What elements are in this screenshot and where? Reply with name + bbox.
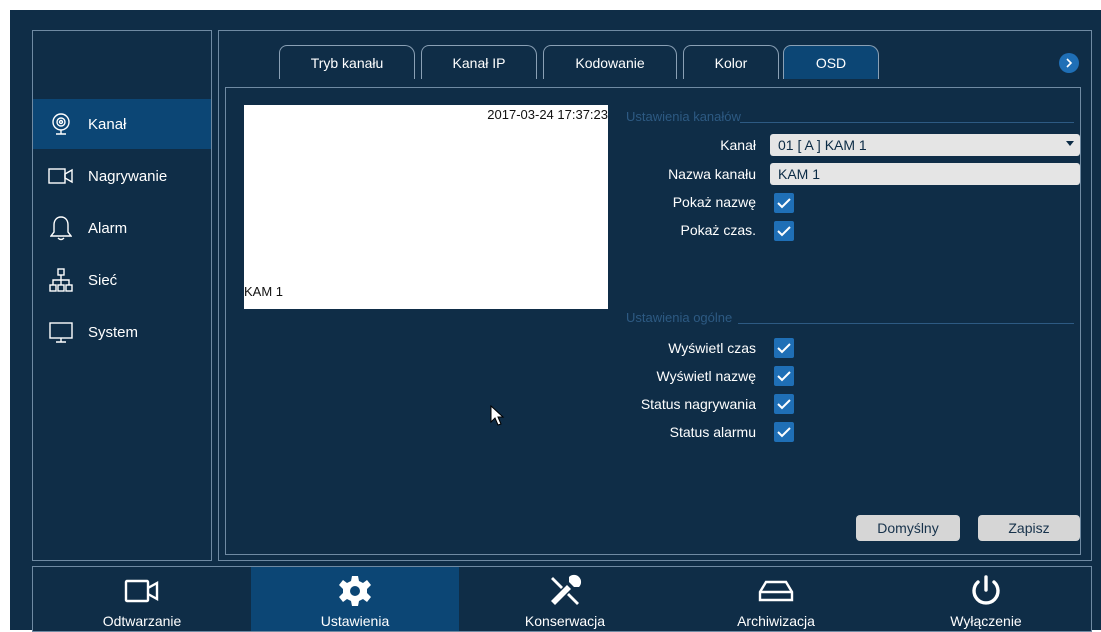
show-time-general-checkbox[interactable] bbox=[774, 338, 794, 358]
show-name-label: Pokaż nazwę bbox=[672, 194, 756, 210]
archive-icon bbox=[756, 573, 796, 609]
recording-status-checkbox[interactable] bbox=[774, 394, 794, 414]
section-divider bbox=[740, 122, 1074, 123]
nav-ustawienia[interactable]: Ustawienia bbox=[251, 567, 459, 631]
power-icon bbox=[966, 573, 1006, 609]
bell-icon bbox=[48, 215, 74, 241]
section-divider bbox=[738, 323, 1074, 324]
save-button[interactable]: Zapisz bbox=[978, 515, 1080, 541]
tab-kanal-ip[interactable]: Kanał IP bbox=[421, 45, 537, 79]
preview-camera-name: KAM 1 bbox=[244, 284, 284, 299]
channel-settings-title: Ustawienia kanałów bbox=[626, 109, 741, 124]
tab-label: Kolor bbox=[714, 54, 748, 71]
next-tab-button[interactable] bbox=[1059, 53, 1079, 73]
sidebar-item-label: Nagrywanie bbox=[88, 167, 168, 185]
nav-wylaczenie[interactable]: Wyłączenie bbox=[881, 567, 1091, 631]
show-name-general-checkbox[interactable] bbox=[774, 366, 794, 386]
general-item-label: Wyświetl nazwę bbox=[656, 368, 756, 384]
sidebar-item-siec[interactable]: Sieć bbox=[33, 255, 211, 305]
tab-kolor[interactable]: Kolor bbox=[683, 45, 779, 79]
bottom-nav: Odtwarzanie Ustawienia Konserwacja Archi… bbox=[32, 566, 1092, 632]
tools-icon bbox=[545, 573, 585, 609]
nav-odtwarzanie[interactable]: Odtwarzanie bbox=[33, 567, 251, 631]
dvr-screen: Kanał Nagrywanie Alarm Sieć System Tryb … bbox=[10, 10, 1101, 632]
sidebar: Kanał Nagrywanie Alarm Sieć System bbox=[32, 30, 212, 561]
save-button-label: Zapisz bbox=[1008, 520, 1050, 536]
nav-label: Odtwarzanie bbox=[102, 613, 182, 629]
channel-name-label: Nazwa kanału bbox=[668, 166, 756, 182]
preview-timestamp: 2017-03-24 17:37:23 bbox=[487, 107, 608, 122]
sidebar-item-system[interactable]: System bbox=[33, 307, 211, 357]
sidebar-item-nagrywanie[interactable]: Nagrywanie bbox=[33, 151, 211, 201]
channel-name-value: KAM 1 bbox=[778, 166, 821, 182]
main-panel: Tryb kanału Kanał IP Kodowanie Kolor OSD bbox=[218, 30, 1092, 561]
camera-lens-icon bbox=[48, 111, 74, 137]
monitor-icon bbox=[48, 319, 74, 345]
channel-label: Kanał bbox=[720, 137, 756, 153]
channel-select[interactable]: 01 [ A ] KAM 1 bbox=[770, 134, 1080, 156]
tab-osd[interactable]: OSD bbox=[783, 45, 879, 79]
chevron-right-icon bbox=[1066, 58, 1073, 68]
nav-konserwacja[interactable]: Konserwacja bbox=[459, 567, 671, 631]
camera-preview: 2017-03-24 17:37:23 KAM 1 bbox=[244, 105, 608, 309]
nav-label: Archiwizacja bbox=[737, 613, 815, 629]
channel-name-input[interactable]: KAM 1 bbox=[770, 163, 1080, 185]
general-settings-title: Ustawienia ogólne bbox=[626, 310, 733, 325]
chevron-down-icon bbox=[1066, 141, 1074, 146]
general-item-label: Status alarmu bbox=[669, 424, 756, 440]
show-name-checkbox[interactable] bbox=[774, 193, 794, 213]
show-time-checkbox[interactable] bbox=[774, 221, 794, 241]
sidebar-item-label: Kanał bbox=[88, 115, 127, 133]
sidebar-item-label: Alarm bbox=[88, 219, 128, 237]
sidebar-item-label: System bbox=[88, 323, 139, 341]
tab-label: Tryb kanału bbox=[310, 54, 384, 71]
show-time-label: Pokaż czas. bbox=[680, 222, 756, 238]
gear-icon bbox=[335, 573, 375, 609]
checkmark-icon bbox=[777, 427, 791, 438]
sidebar-item-label: Sieć bbox=[88, 271, 118, 289]
mouse-cursor-icon bbox=[490, 405, 505, 426]
video-camera-icon bbox=[122, 573, 162, 609]
alarm-status-checkbox[interactable] bbox=[774, 422, 794, 442]
checkmark-icon bbox=[777, 198, 791, 209]
default-button[interactable]: Domyślny bbox=[856, 515, 960, 541]
tab-label: OSD bbox=[815, 54, 847, 71]
nav-label: Konserwacja bbox=[524, 613, 606, 629]
checkmark-icon bbox=[777, 371, 791, 382]
general-item-label: Wyświetl czas bbox=[668, 340, 756, 356]
tab-label: Kodowanie bbox=[575, 54, 645, 71]
checkmark-icon bbox=[777, 226, 791, 237]
tab-label: Kanał IP bbox=[452, 54, 506, 71]
sidebar-item-kanal[interactable]: Kanał bbox=[33, 99, 211, 149]
checkmark-icon bbox=[777, 343, 791, 354]
video-camera-icon bbox=[48, 163, 74, 189]
nav-label: Wyłączenie bbox=[950, 613, 1022, 629]
network-icon bbox=[48, 267, 74, 293]
tab-kodowanie[interactable]: Kodowanie bbox=[543, 45, 677, 79]
default-button-label: Domyślny bbox=[877, 520, 939, 536]
osd-content: 2017-03-24 17:37:23 KAM 1 Ustawienia kan… bbox=[225, 87, 1081, 555]
checkmark-icon bbox=[777, 399, 791, 410]
sidebar-item-alarm[interactable]: Alarm bbox=[33, 203, 211, 253]
channel-select-value: 01 [ A ] KAM 1 bbox=[778, 137, 867, 153]
nav-archiwizacja[interactable]: Archiwizacja bbox=[671, 567, 881, 631]
tab-tryb-kanalu[interactable]: Tryb kanału bbox=[279, 45, 415, 79]
general-item-label: Status nagrywania bbox=[640, 396, 756, 412]
nav-label: Ustawienia bbox=[320, 613, 390, 629]
